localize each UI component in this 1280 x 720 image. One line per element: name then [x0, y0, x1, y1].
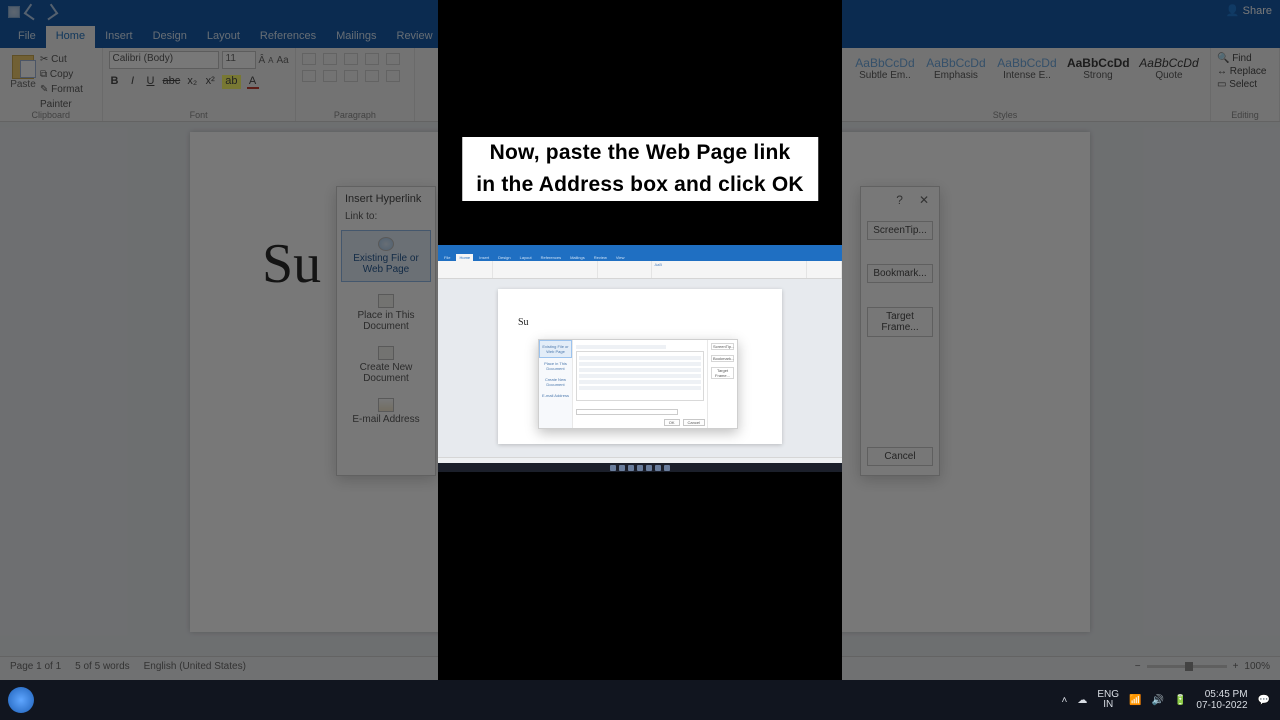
inner-tb-icon[interactable]: [655, 465, 661, 471]
tray-wifi-icon[interactable]: 📶: [1129, 695, 1141, 706]
tray-volume-icon[interactable]: 🔊: [1151, 695, 1163, 706]
tray-battery-icon[interactable]: 🔋: [1174, 695, 1186, 706]
inner-ok-button[interactable]: OK: [664, 419, 680, 426]
inner-linkto-new[interactable]: Create New Document: [539, 374, 572, 390]
video-column: Now, paste the Web Page link in the Addr…: [438, 0, 842, 720]
inner-tb-icon[interactable]: [628, 465, 634, 471]
inner-dialog-main: OK Cancel: [573, 340, 707, 428]
caption-line-2: in the Address box and click OK: [462, 169, 818, 201]
inner-tab-design[interactable]: Design: [495, 254, 513, 261]
inner-tb-icon[interactable]: [646, 465, 652, 471]
inner-tab-home[interactable]: Home: [456, 254, 473, 261]
inner-dialog-side: ScreenTip... Bookmark... Target Frame...: [707, 340, 737, 428]
inner-word-window: File Home Insert Design Layout Reference…: [438, 245, 842, 472]
inner-dialog-nav: Existing File or Web Page Place in This …: [539, 340, 573, 428]
inner-ribbon: AaB: [438, 261, 842, 279]
inner-bookmark-button[interactable]: Bookmark...: [711, 355, 734, 362]
inner-tab-review[interactable]: Review: [591, 254, 610, 261]
tray-notifications-icon[interactable]: 💬: [1258, 695, 1270, 706]
inner-tab-references[interactable]: References: [538, 254, 564, 261]
inner-tb-icon[interactable]: [637, 465, 643, 471]
inner-taskbar: [438, 463, 842, 472]
inner-tb-icon[interactable]: [664, 465, 670, 471]
inner-address-input[interactable]: [576, 409, 678, 415]
inner-tab-mailings[interactable]: Mailings: [567, 254, 588, 261]
inner-target-button[interactable]: Target Frame...: [711, 367, 734, 379]
windows-taskbar: ˄ ☁ ENGIN 📶 🔊 🔋 05:45 PM 07-10-2022 💬: [0, 680, 1280, 720]
inner-cancel-button[interactable]: Cancel: [683, 419, 705, 426]
inner-tab-layout[interactable]: Layout: [517, 254, 535, 261]
inner-hyperlink-dialog: Existing File or Web Page Place in This …: [538, 339, 738, 429]
instruction-caption: Now, paste the Web Page link in the Addr…: [462, 137, 818, 201]
inner-ribbon-tabs: File Home Insert Design Layout Reference…: [438, 253, 842, 261]
inner-tb-icon[interactable]: [610, 465, 616, 471]
inner-linkto-place[interactable]: Place in This Document: [539, 358, 572, 374]
tray-clock[interactable]: 05:45 PM 07-10-2022: [1196, 689, 1247, 711]
inner-tab-insert[interactable]: Insert: [476, 254, 492, 261]
inner-tb-icon[interactable]: [619, 465, 625, 471]
inner-tab-file[interactable]: File: [441, 254, 453, 261]
tray-chevron-icon[interactable]: ˄: [1062, 695, 1068, 706]
caption-line-1: Now, paste the Web Page link: [462, 137, 818, 169]
start-button[interactable]: [8, 687, 34, 713]
tray-onedrive-icon[interactable]: ☁: [1077, 695, 1087, 706]
inner-linkto-email[interactable]: E-mail Address: [539, 390, 572, 401]
inner-linkto-existing[interactable]: Existing File or Web Page: [539, 340, 572, 358]
inner-screentip-button[interactable]: ScreenTip...: [711, 343, 734, 350]
inner-tab-view[interactable]: View: [613, 254, 628, 261]
inner-titlebar: [438, 245, 842, 253]
tray-language[interactable]: ENGIN: [1097, 690, 1119, 710]
inner-document-area: Su Existing File or Web Page Place in Th…: [438, 279, 842, 459]
inner-heading: Su: [518, 317, 762, 328]
